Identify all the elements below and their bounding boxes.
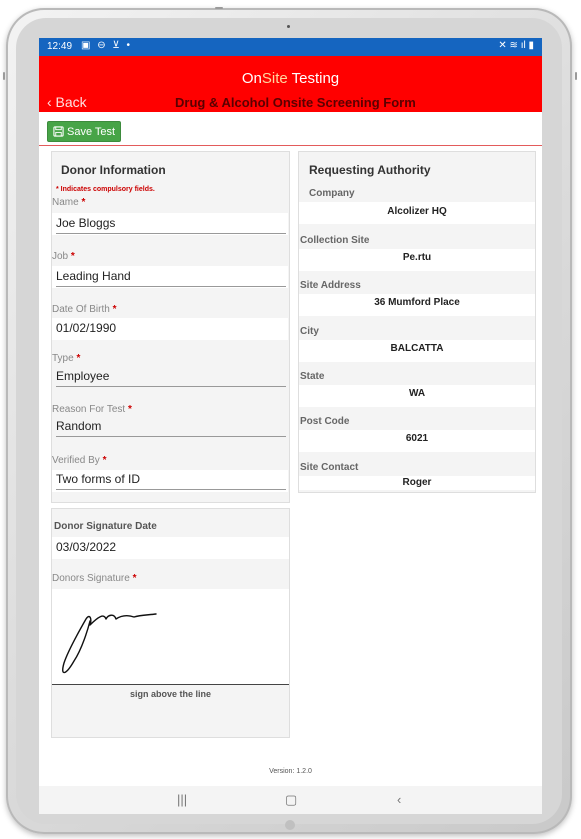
side-button-left xyxy=(3,72,5,80)
home-sensor xyxy=(285,820,295,830)
state-label: State xyxy=(300,371,325,382)
brand-site: Site xyxy=(261,70,288,87)
side-button-right xyxy=(575,72,577,80)
post-code-label: Post Code xyxy=(300,416,350,427)
signature-date-label: Donor Signature Date xyxy=(54,521,157,532)
city-value: BALCATTA xyxy=(390,343,444,354)
screen: 12:49 ▣ ⊖ ⊻ • ✕ ≋ ıl ▮ OnSite Testing ‹ … xyxy=(39,38,542,814)
signature-caption: sign above the line xyxy=(129,689,212,699)
save-test-button[interactable]: Save Test xyxy=(47,121,122,142)
dob-field[interactable]: 01/02/1990 xyxy=(56,321,286,338)
type-field[interactable]: Employee xyxy=(56,369,286,387)
version-label: Version: 1.2.0 xyxy=(269,768,312,775)
brand-logo: OnSite Testing xyxy=(39,70,542,87)
site-address-label: Site Address xyxy=(300,280,361,291)
donor-info-title: Donor Information xyxy=(61,163,166,177)
signature-drawing xyxy=(62,613,157,674)
signature-label: Donors Signature * xyxy=(52,573,137,584)
name-label: Name * xyxy=(52,197,86,208)
android-nav-bar: ||| ▢ ‹ xyxy=(39,786,542,814)
company-value: Alcolizer HQ xyxy=(387,206,447,217)
save-label: Save Test xyxy=(67,125,116,138)
system-icons: ✕ ≋ ıl ▮ xyxy=(498,40,534,51)
back-button[interactable]: ‹ Back xyxy=(47,94,87,110)
verified-field[interactable]: Two forms of ID xyxy=(56,472,286,490)
nav-back-button[interactable]: ‹ xyxy=(397,792,401,807)
type-label: Type * xyxy=(52,353,81,364)
collection-site-value: Pe.rtu xyxy=(402,252,432,263)
name-field[interactable]: Joe Bloggs xyxy=(56,216,286,234)
recents-button[interactable]: ||| xyxy=(177,792,187,807)
collection-site-label: Collection Site xyxy=(300,235,370,246)
home-button[interactable]: ▢ xyxy=(285,792,297,808)
job-label: Job * xyxy=(52,251,75,262)
signature-date-field[interactable]: 03/03/2022 xyxy=(56,540,286,557)
site-address-value: 36 Mumford Place xyxy=(374,297,460,308)
toolbar: Save Test xyxy=(39,112,542,146)
reason-field[interactable]: Random xyxy=(56,419,286,437)
status-bar: 12:49 ▣ ⊖ ⊻ • ✕ ≋ ıl ▮ xyxy=(39,38,542,56)
save-icon xyxy=(53,126,64,137)
requesting-authority-panel: Requesting Authority Company Alcolizer H… xyxy=(298,151,536,493)
requesting-authority-title: Requesting Authority xyxy=(309,163,431,177)
verified-label: Verified By * xyxy=(52,455,107,466)
volume-button xyxy=(215,7,223,9)
company-label: Company xyxy=(309,188,355,199)
compulsory-note: * Indicates compulsory fields. xyxy=(56,186,155,193)
app-header: OnSite Testing ‹ Back Drug & Alcohol Ons… xyxy=(39,56,542,112)
state-value: WA xyxy=(408,388,426,399)
brand-testing: Testing xyxy=(287,70,340,87)
notification-icons: ▣ ⊖ ⊻ • xyxy=(81,40,132,51)
site-contact-label: Site Contact xyxy=(300,462,359,473)
reason-label: Reason For Test * xyxy=(52,404,132,415)
dob-label: Date Of Birth * xyxy=(52,304,117,315)
signature-pad[interactable] xyxy=(52,589,289,684)
form-content: Donor Information * Indicates compulsory… xyxy=(39,146,542,786)
job-field[interactable]: Leading Hand xyxy=(56,269,286,287)
donor-info-panel: Donor Information * Indicates compulsory… xyxy=(51,151,290,503)
signature-line xyxy=(52,684,289,685)
post-code-value: 6021 xyxy=(405,433,429,444)
city-label: City xyxy=(300,326,319,337)
signature-panel: Donor Signature Date 03/03/2022 Donors S… xyxy=(51,508,290,738)
status-time: 12:49 xyxy=(47,41,73,52)
site-contact-value: Roger xyxy=(402,477,432,488)
page-title: Drug & Alcohol Onsite Screening Form xyxy=(175,95,416,110)
brand-on: On xyxy=(241,70,262,87)
camera-icon xyxy=(287,25,290,28)
